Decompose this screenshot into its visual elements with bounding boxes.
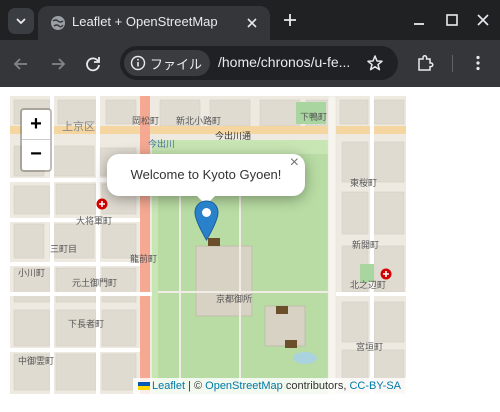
map-label: 新開町 — [352, 241, 380, 251]
info-icon — [130, 55, 146, 71]
map-label: 三町目 — [50, 245, 78, 255]
map-label: 中御霊町 — [18, 357, 55, 367]
map-label: 大将軍町 — [76, 217, 113, 227]
reload-icon[interactable] — [82, 53, 104, 75]
popup-content: Welcome to Kyoto Gyoen! — [130, 167, 282, 182]
active-tab[interactable]: Leaflet + OpenStreetMap — [38, 6, 270, 40]
zoom-in-button[interactable]: + — [22, 110, 50, 140]
map-label: 東桜町 — [350, 179, 378, 189]
map-label: 今出川 — [148, 140, 176, 150]
map-label: 上京区 — [62, 120, 95, 133]
map-label: 京都御所 — [216, 295, 253, 305]
zoom-out-button[interactable]: − — [22, 140, 50, 169]
back-arrow-icon[interactable] — [10, 53, 32, 75]
close-tab-icon[interactable] — [244, 15, 260, 31]
tab-strip: Leaflet + OpenStreetMap — [0, 0, 500, 40]
chevron-down-icon — [16, 18, 26, 25]
map-label: 下長者町 — [68, 320, 105, 330]
map-marker-icon[interactable] — [194, 200, 219, 241]
toolbar-divider — [452, 55, 453, 72]
map-label: 元土御門町 — [72, 279, 118, 289]
map-label: 下鴨町 — [300, 113, 328, 123]
osm-link[interactable]: OpenStreetMap — [205, 380, 283, 392]
map-label: 新北小路町 — [176, 117, 222, 127]
tab-title: Leaflet + OpenStreetMap — [72, 14, 218, 29]
address-bar[interactable]: ファイル /home/chronos/u-fe... — [120, 46, 398, 80]
popup-close-button[interactable]: × — [290, 154, 299, 172]
zoom-control: + − — [20, 108, 52, 172]
map-label: 宮垣町 — [356, 343, 384, 353]
url-text: /home/chronos/u-fe... — [218, 54, 351, 70]
leaflet-link[interactable]: Leaflet — [152, 380, 185, 392]
map-label: 岡松町 — [132, 117, 160, 127]
license-link[interactable]: CC-BY-SA — [349, 380, 401, 392]
attribution-contributors: contributors, — [282, 380, 350, 392]
map-label: 今出川通 — [215, 132, 252, 142]
forward-arrow-icon[interactable] — [47, 53, 69, 75]
attribution-separator: | © — [185, 380, 206, 392]
close-window-icon[interactable] — [474, 11, 492, 29]
map-popup: Welcome to Kyoto Gyoen! × — [107, 154, 305, 196]
minimize-icon[interactable] — [410, 11, 428, 29]
maximize-icon[interactable] — [443, 11, 461, 29]
map-label: 龍前町 — [130, 255, 158, 265]
leaflet-map[interactable]: 今出川 今出川通 上京区 新北小路町 岡松町 北之辺町 京都御所 三町目 小川町… — [10, 96, 406, 394]
globe-icon — [51, 16, 65, 30]
bookmark-star-icon[interactable] — [366, 54, 384, 72]
extensions-puzzle-icon[interactable] — [415, 53, 435, 73]
tab-search-button[interactable] — [8, 8, 34, 34]
ukraine-flag-icon — [137, 382, 150, 390]
new-tab-icon[interactable] — [280, 10, 300, 30]
site-info-chip[interactable]: ファイル — [124, 50, 210, 76]
more-menu-icon[interactable] — [468, 53, 488, 73]
browser-toolbar: ファイル /home/chronos/u-fe... — [0, 40, 500, 87]
security-chip-label: ファイル — [150, 58, 203, 73]
map-label: 北之辺町 — [350, 281, 387, 291]
map-attribution: Leaflet | © OpenStreetMap contributors, … — [132, 378, 406, 394]
map-label: 小川町 — [18, 269, 46, 279]
